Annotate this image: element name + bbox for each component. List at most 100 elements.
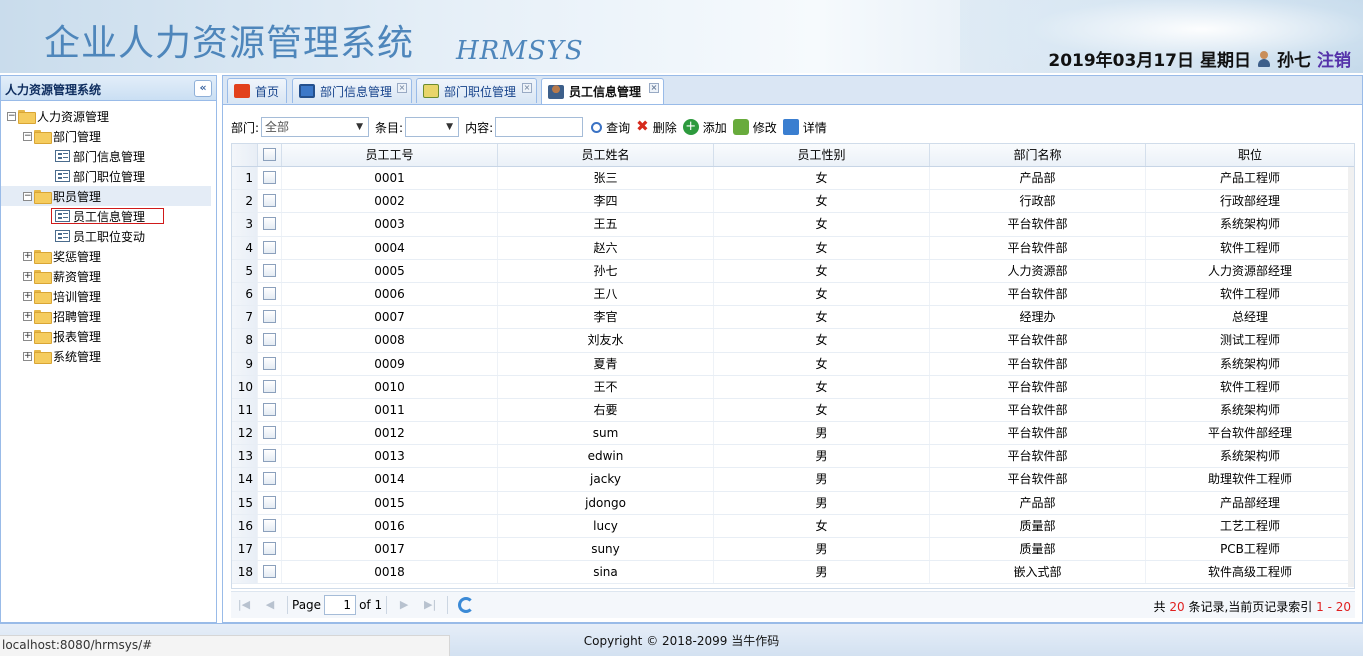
table-row[interactable]: 15 0015 jdongo 男产品部 产品部经理 xyxy=(232,491,1354,515)
table-row[interactable]: 18 0018 sina 男嵌入式部 软件高级工程师 xyxy=(232,561,1354,585)
expand-icon[interactable]: + xyxy=(23,331,32,341)
collapse-button[interactable]: « xyxy=(194,80,212,97)
close-icon[interactable]: × xyxy=(649,83,659,93)
last-page-icon[interactable]: ▶| xyxy=(423,598,437,612)
row-checkbox[interactable] xyxy=(263,472,276,486)
column-header-name[interactable]: 员工姓名 xyxy=(498,144,714,166)
table-row[interactable]: 13 0013 edwin 男平台软件部 系统架构师 xyxy=(232,445,1354,469)
tree-item-dept-mgmt[interactable]: − 部门管理 xyxy=(1,126,211,146)
refresh-icon[interactable] xyxy=(458,597,475,613)
row-checkbox[interactable] xyxy=(263,518,276,532)
tab-employee-info[interactable]: 员工信息管理 × xyxy=(541,78,664,104)
content-input[interactable] xyxy=(495,117,584,137)
expand-icon[interactable]: + xyxy=(23,351,32,361)
prev-page-icon[interactable]: ◀ xyxy=(263,598,277,612)
table-row[interactable]: 16 0016 lucy 女质量部 工艺工程师 xyxy=(232,514,1354,538)
expand-icon[interactable]: + xyxy=(23,311,32,321)
collapse-icon[interactable]: − xyxy=(7,111,16,121)
dept-select[interactable]: 全部 ▼ xyxy=(261,117,370,137)
row-checkbox[interactable] xyxy=(263,542,276,555)
tree-item-recruitment[interactable]: + 招聘管理 xyxy=(1,306,211,326)
row-checkbox[interactable] xyxy=(263,565,276,579)
close-icon[interactable]: × xyxy=(397,83,407,93)
tab-dept-info[interactable]: 部门信息管理 × xyxy=(292,78,412,103)
cell-position: 总经理 xyxy=(1231,310,1268,325)
column-header-dept[interactable]: 部门名称 xyxy=(930,144,1146,166)
collapse-icon[interactable]: − xyxy=(23,191,32,201)
tree-item-system[interactable]: + 系统管理 xyxy=(1,346,211,366)
tree-item-employee-position-change[interactable]: 员工职位变动 xyxy=(1,226,211,246)
column-header-gender[interactable]: 员工性别 xyxy=(714,144,930,166)
logout-link[interactable]: 注销 xyxy=(1317,46,1351,71)
row-checkbox[interactable] xyxy=(263,217,276,231)
row-checkbox[interactable] xyxy=(263,194,276,208)
table-row[interactable]: 10 0010 王不女平台软件部 软件工程师 xyxy=(232,375,1354,399)
tree-item-reports[interactable]: + 报表管理 xyxy=(1,326,211,346)
table-row[interactable]: 4 0004 赵六女平台软件部 软件工程师 xyxy=(232,236,1354,260)
chevron-down-icon[interactable]: ▼ xyxy=(351,118,369,136)
collapse-icon[interactable]: − xyxy=(23,131,32,141)
cell-employee-name: 右要 xyxy=(498,398,714,422)
row-checkbox-cell xyxy=(258,375,282,398)
tree-item-dept-position[interactable]: 部门职位管理 xyxy=(1,166,211,186)
first-page-icon[interactable]: |◀ xyxy=(237,598,251,612)
expand-icon[interactable]: + xyxy=(23,271,32,281)
row-checkbox[interactable] xyxy=(263,240,276,254)
table-row[interactable]: 14 0014 jacky 男平台软件部 助理软件工程师 xyxy=(232,468,1354,492)
row-number: 4 xyxy=(232,236,258,259)
tree-item-reward-punish[interactable]: + 奖惩管理 xyxy=(1,246,211,266)
next-page-icon[interactable]: ▶ xyxy=(397,598,411,612)
tree-item-label: 职员管理 xyxy=(53,189,102,204)
table-row[interactable]: 17 0017 suny 男质量部 PCB工程师 xyxy=(232,538,1354,562)
page-number-input[interactable]: 1 xyxy=(324,595,357,615)
cell-dept: 平台软件部 xyxy=(930,375,1146,398)
row-checkbox[interactable] xyxy=(263,171,276,184)
row-checkbox[interactable] xyxy=(263,333,276,347)
table-row[interactable]: 11 0011 右要女平台软件部 系统架构师 xyxy=(232,398,1354,423)
table-scrollbar[interactable] xyxy=(1348,167,1354,587)
tree-item-staff-mgmt[interactable]: − 职员管理 xyxy=(1,186,211,206)
table-row[interactable]: 7 0007 李官女经理办 总经理 xyxy=(232,306,1354,330)
table-row[interactable]: 12 0012 sum 男平台软件部 平台软件部经理 xyxy=(232,422,1354,446)
cell-dept: 平台软件部 xyxy=(930,282,1146,306)
row-checkbox[interactable] xyxy=(263,379,276,393)
cell-employee-id: 0004 xyxy=(282,236,498,259)
row-checkbox[interactable] xyxy=(263,402,276,416)
row-checkbox[interactable] xyxy=(263,286,276,300)
delete-button[interactable]: ✖ 删除 xyxy=(636,119,677,136)
page-label: Page xyxy=(292,598,322,612)
row-number: 9 xyxy=(232,352,258,375)
row-checkbox[interactable] xyxy=(263,449,276,463)
row-checkbox[interactable] xyxy=(263,426,276,440)
column-header-id[interactable]: 员工工号 xyxy=(282,144,498,166)
table-row[interactable]: 9 0009 夏青女平台软件部 系统架构师 xyxy=(232,352,1354,376)
tree-item-root-hr[interactable]: − 人力资源管理 xyxy=(1,106,211,126)
tab-dept-position[interactable]: 部门职位管理 × xyxy=(416,78,537,103)
expand-icon[interactable]: + xyxy=(23,291,32,301)
tab-home[interactable]: 首页 xyxy=(227,78,287,103)
tree-item-salary[interactable]: + 薪资管理 xyxy=(1,266,211,286)
detail-button[interactable]: 详情 xyxy=(782,119,827,136)
row-checkbox[interactable] xyxy=(263,263,276,277)
item-select[interactable]: ▼ xyxy=(405,117,460,137)
tree-item-dept-info[interactable]: 部门信息管理 xyxy=(1,146,211,166)
chevron-down-icon[interactable]: ▼ xyxy=(441,118,459,136)
column-header-position[interactable]: 职位 xyxy=(1146,144,1354,166)
table-row[interactable]: 1 0001 张三女产品部 产品工程师 xyxy=(232,167,1354,191)
query-button[interactable]: 查询 xyxy=(591,119,630,136)
edit-button[interactable]: 修改 xyxy=(732,119,777,136)
table-row[interactable]: 5 0005 孙七女人力资源部 人力资源部经理 xyxy=(232,259,1354,283)
tree-item-training[interactable]: + 培训管理 xyxy=(1,286,211,306)
cell-employee-id: 0001 xyxy=(282,167,498,190)
table-row[interactable]: 8 0008 刘友水女平台软件部 测试工程师 xyxy=(232,329,1354,353)
close-icon[interactable]: × xyxy=(522,83,532,93)
expand-icon[interactable]: + xyxy=(23,251,32,261)
table-row[interactable]: 2 0002 李四女行政部 行政部经理 xyxy=(232,190,1354,214)
table-row[interactable]: 6 0006 王八女平台软件部 软件工程师 xyxy=(232,282,1354,307)
row-checkbox[interactable] xyxy=(263,356,276,370)
select-all-checkbox[interactable] xyxy=(263,148,276,161)
table-row[interactable]: 3 0003 王五女平台软件部 系统架构师 xyxy=(232,213,1354,237)
add-button[interactable]: + 添加 xyxy=(682,119,727,136)
row-checkbox[interactable] xyxy=(263,495,276,509)
row-checkbox[interactable] xyxy=(263,310,276,324)
